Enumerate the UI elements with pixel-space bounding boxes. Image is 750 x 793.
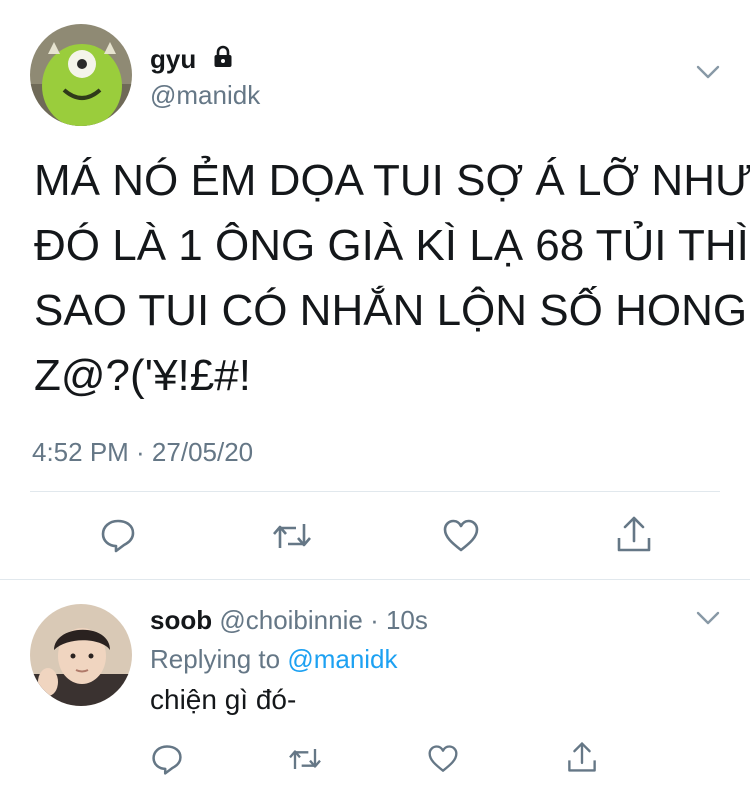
replying-to: Replying to @manidk (150, 644, 398, 675)
reply-button[interactable] (99, 516, 137, 554)
chevron-down-icon[interactable] (694, 62, 722, 82)
tweet-text-line: ĐÓ LÀ 1 ÔNG GIÀ KÌ LẠ 68 TỦI THÌ (34, 221, 749, 270)
reply-button[interactable] (150, 742, 184, 776)
tweet-timestamp[interactable]: 4:52 PM · 27/05/20 (32, 437, 253, 468)
tweet-text-line: SAO TUI CÓ NHẮN LỘN SỐ HONG (34, 286, 748, 335)
retweet-icon (273, 524, 311, 548)
replying-to-label: Replying to (150, 644, 281, 674)
chevron-down-icon[interactable] (694, 608, 722, 628)
like-button[interactable] (427, 744, 459, 774)
divider (0, 579, 750, 580)
tweet-text-line: Z@?('¥!£#! (34, 351, 251, 400)
author-name[interactable]: gyu (150, 44, 196, 75)
tweet-text: MÁ NÓ ẺM DỌA TUI SỢ Á LỠ NHƯ ĐÓ LÀ 1 ÔNG… (34, 148, 750, 408)
retweet-button[interactable] (286, 744, 324, 774)
like-button[interactable] (442, 518, 480, 554)
reply-author-handle[interactable]: @choibinnie (219, 605, 362, 635)
share-icon (617, 516, 651, 552)
divider (30, 491, 720, 492)
share-button[interactable] (566, 740, 598, 774)
author-avatar[interactable] (30, 24, 132, 126)
person-avatar-icon (30, 604, 132, 706)
share-button[interactable] (615, 514, 653, 554)
reply-author-avatar[interactable] (30, 604, 132, 706)
tweet-text-line: MÁ NÓ ẺM DỌA TUI SỢ Á LỠ NHƯ (34, 156, 750, 205)
lock-icon (211, 45, 235, 69)
reply-author-name[interactable]: soob (150, 605, 212, 635)
author-handle[interactable]: @manidk (150, 80, 260, 111)
share-icon (568, 742, 596, 772)
like-icon (443, 519, 479, 552)
retweet-icon (289, 749, 321, 769)
retweet-button[interactable] (270, 518, 314, 554)
mike-wazowski-avatar-icon (30, 24, 132, 126)
replying-to-mention[interactable]: @manidk (287, 644, 397, 674)
like-icon (428, 745, 458, 772)
reply-time[interactable]: · 10s (370, 605, 428, 635)
reply-icon (152, 745, 182, 775)
reply-header: soob @choibinnie · 10s (150, 605, 428, 636)
reply-text: chiện gì đó- (150, 684, 297, 715)
reply-icon (101, 519, 135, 553)
